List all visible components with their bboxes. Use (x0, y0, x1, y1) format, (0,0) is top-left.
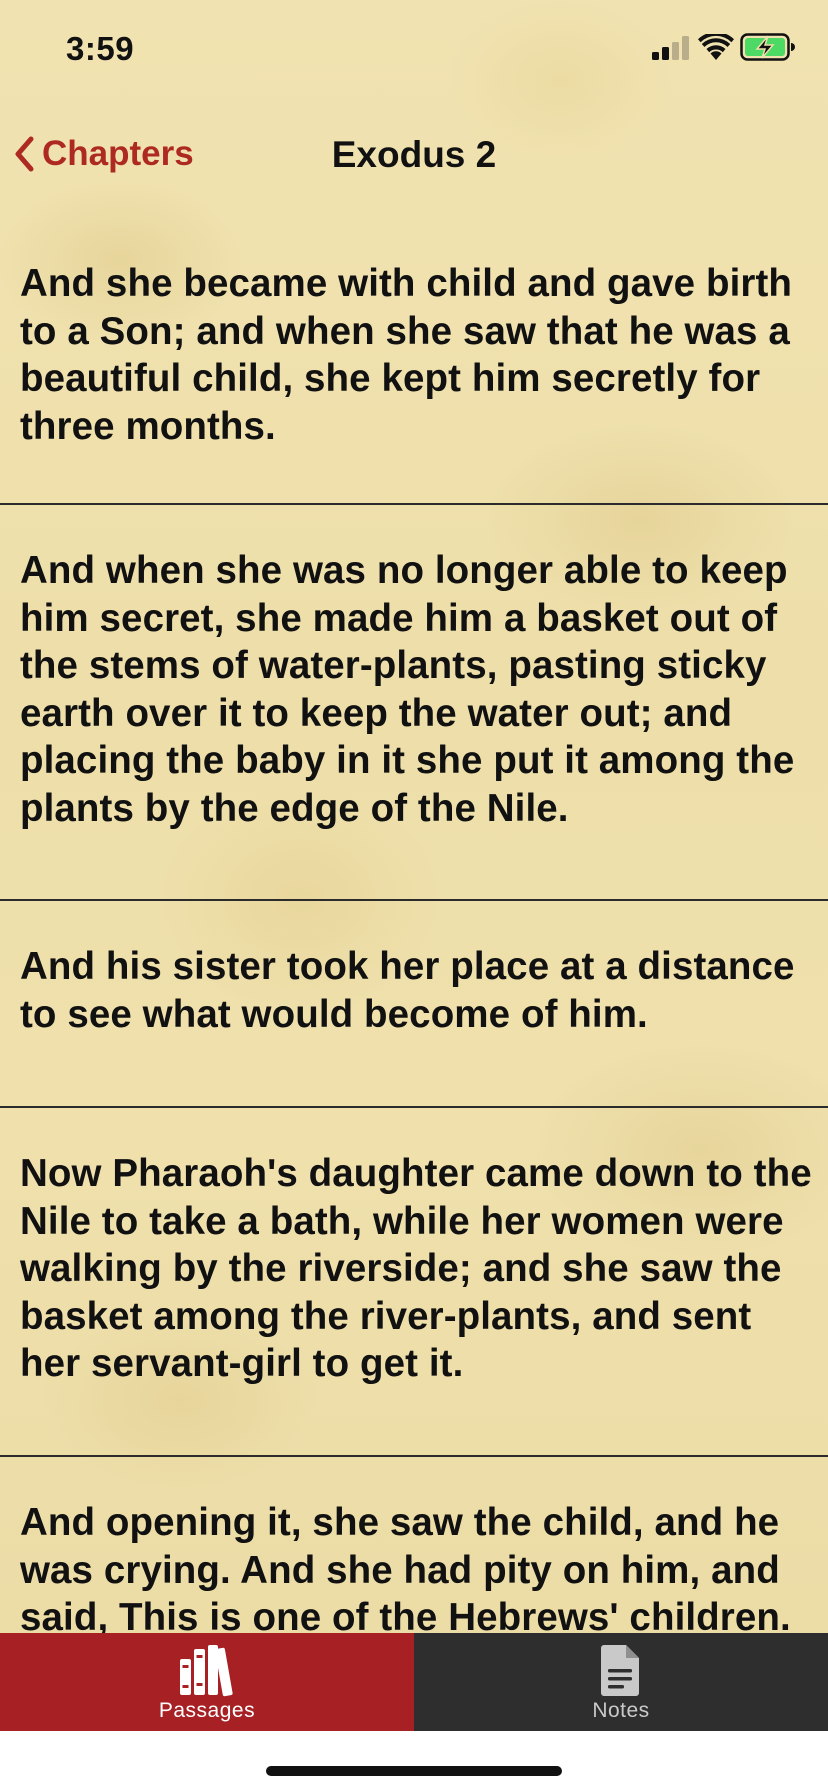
verse-text: And opening it, she saw the child, and h… (20, 1501, 791, 1633)
status-bar: 3:59 (0, 0, 828, 96)
cellular-signal-icon (652, 36, 689, 60)
document-icon (601, 1645, 639, 1696)
navigation-bar: Chapters Exodus 2 (0, 110, 828, 198)
verse-text: And she became with child and gave birth… (20, 262, 793, 448)
tab-notes[interactable]: Notes (414, 1633, 828, 1731)
battery-charging-icon (740, 33, 795, 61)
page-title: Exodus 2 (331, 134, 497, 175)
tab-passages-label: Passages (158, 1699, 256, 1722)
tab-passages[interactable]: Passages (0, 1633, 414, 1731)
verse-text: And his sister took her place at a dista… (20, 945, 795, 1036)
wifi-icon (698, 34, 734, 60)
tab-notes-label: Notes (592, 1699, 650, 1722)
home-indicator[interactable] (266, 1766, 562, 1776)
verse-row[interactable]: And when she was no longer able to keep … (0, 505, 828, 901)
verse-row[interactable]: And opening it, she saw the child, and h… (0, 1457, 828, 1633)
verse-text: And when she was no longer able to keep … (20, 549, 795, 830)
parchment-background: 3:59 Chapters Exodus 2 And she became wi… (0, 0, 828, 1633)
verse-list[interactable]: And she became with child and gave birth… (0, 218, 828, 1633)
verse-row[interactable]: And his sister took her place at a dista… (0, 901, 828, 1108)
status-time: 3:59 (66, 30, 135, 67)
verse-row[interactable]: And she became with child and gave birth… (0, 218, 828, 505)
home-indicator-area (0, 1731, 828, 1792)
verse-text: Now Pharaoh's daughter came down to the … (20, 1152, 812, 1386)
tab-bar: Passages Notes (0, 1633, 828, 1731)
verse-row[interactable]: Now Pharaoh's daughter came down to the … (0, 1108, 828, 1457)
books-icon (180, 1645, 233, 1697)
